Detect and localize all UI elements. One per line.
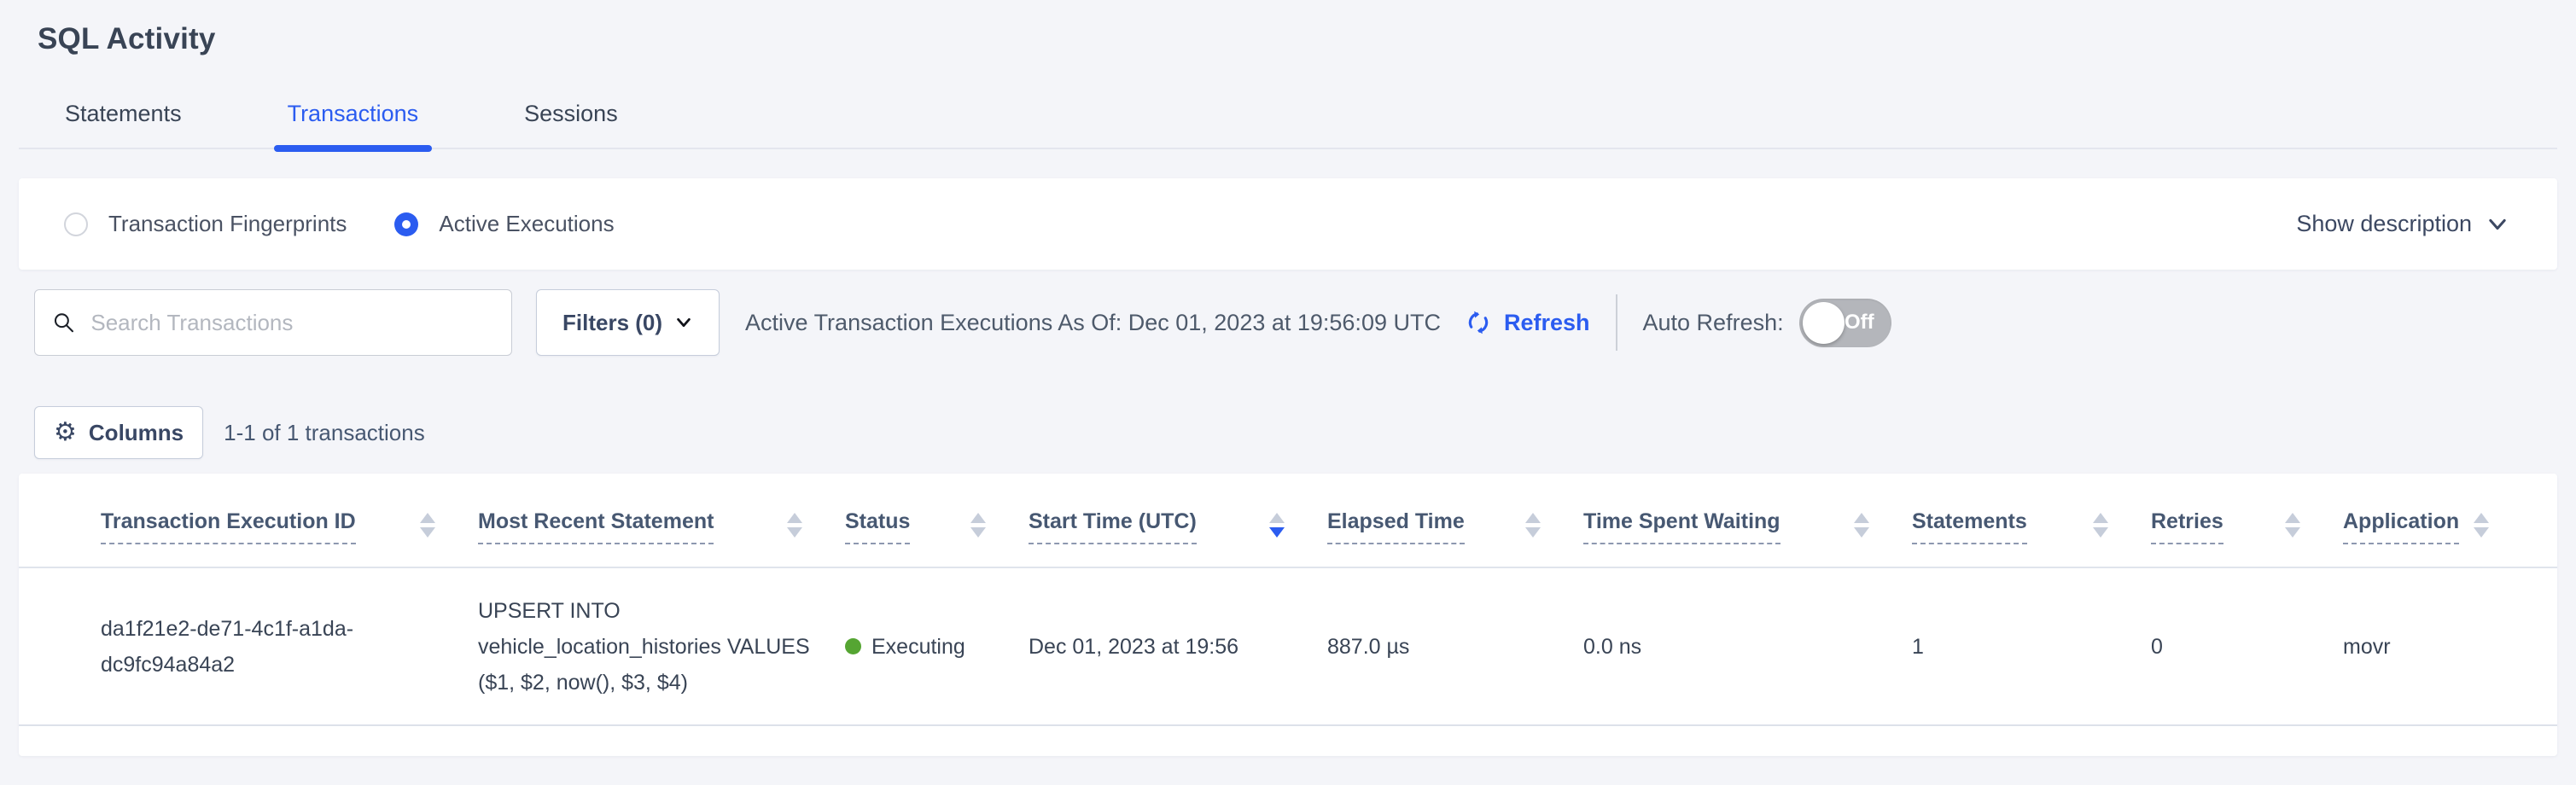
radio-unselected-icon[interactable] <box>64 212 88 236</box>
show-description-label: Show description <box>2296 211 2472 237</box>
cell-start-time: Dec 01, 2023 at 19:56 <box>1029 629 1327 665</box>
sort-arrows-icon[interactable] <box>787 509 802 538</box>
column-header-label[interactable]: Start Time (UTC) <box>1029 509 1197 544</box>
sort-arrows-icon[interactable] <box>2474 509 2489 538</box>
cell-application: movr <box>2343 629 2532 665</box>
sort-arrows-icon-active-desc[interactable] <box>1269 509 1285 538</box>
column-header-label[interactable]: Transaction Execution ID <box>101 509 356 544</box>
column-header-elapsed-time: Elapsed Time <box>1327 509 1583 544</box>
cell-time-spent-waiting: 0.0 ns <box>1583 629 1912 665</box>
column-header-application: Application <box>2343 509 2532 544</box>
sort-arrows-icon[interactable] <box>1525 509 1541 538</box>
columns-button[interactable]: ⚙ Columns <box>34 406 203 459</box>
status-executing-dot-icon <box>845 638 861 654</box>
column-header-status: Status <box>845 509 1029 544</box>
view-mode-card: Transaction Fingerprints Active Executio… <box>19 178 2557 270</box>
cell-statements: 1 <box>1912 629 2151 665</box>
column-header-start-time: Start Time (UTC) <box>1029 509 1327 544</box>
column-header-label[interactable]: Statements <box>1912 509 2027 544</box>
filters-label: Filters (0) <box>562 310 662 336</box>
chevron-down-icon <box>674 313 693 332</box>
search-icon <box>52 310 75 335</box>
column-header-label[interactable]: Most Recent Statement <box>478 509 714 544</box>
filter-row: Filters (0) Active Transaction Execution… <box>34 288 2542 357</box>
column-header-transaction-execution-id: Transaction Execution ID <box>101 509 478 544</box>
search-input[interactable] <box>90 310 494 336</box>
cell-transaction-execution-id[interactable]: da1f21e2-de71-4c1f-a1da-dc9fc94a84a2 <box>101 611 478 683</box>
sort-arrows-icon[interactable] <box>420 509 435 538</box>
refresh-button[interactable]: Refresh <box>1463 307 1590 338</box>
sort-arrows-icon[interactable] <box>1854 509 1869 538</box>
table-row[interactable]: da1f21e2-de71-4c1f-a1da-dc9fc94a84a2 UPS… <box>19 568 2557 726</box>
results-count: 1-1 of 1 transactions <box>224 420 425 446</box>
column-header-statements: Statements <box>1912 509 2151 544</box>
filters-button[interactable]: Filters (0) <box>536 289 720 356</box>
cell-status: Executing <box>845 629 1029 665</box>
tab-transactions[interactable]: Transactions <box>274 101 433 148</box>
column-header-label[interactable]: Elapsed Time <box>1327 509 1465 544</box>
columns-label: Columns <box>89 420 184 446</box>
cell-retries: 0 <box>2151 629 2343 665</box>
table-toolbar: ⚙ Columns 1-1 of 1 transactions <box>34 406 2542 459</box>
cell-most-recent-statement[interactable]: UPSERT INTO vehicle_location_histories V… <box>478 593 845 701</box>
tab-sessions[interactable]: Sessions <box>510 101 632 148</box>
radio-selected-icon[interactable] <box>394 212 418 236</box>
auto-refresh-toggle[interactable]: Off <box>1799 299 1891 347</box>
sort-arrows-icon[interactable] <box>2285 509 2300 538</box>
column-header-label[interactable]: Application <box>2343 509 2459 544</box>
column-header-label[interactable]: Status <box>845 509 910 544</box>
refresh-icon <box>1463 307 1494 338</box>
toggle-state-label: Off <box>1845 311 1874 334</box>
radio-label: Transaction Fingerprints <box>108 211 347 237</box>
radio-label: Active Executions <box>439 211 614 237</box>
table-header-row: Transaction Execution ID Most Recent Sta… <box>19 474 2557 568</box>
radio-active-executions[interactable]: Active Executions <box>394 211 614 237</box>
sort-arrows-icon[interactable] <box>970 509 986 538</box>
auto-refresh-label: Auto Refresh: <box>1643 310 1784 336</box>
column-header-time-spent-waiting: Time Spent Waiting <box>1583 509 1912 544</box>
status-label: Executing <box>871 629 965 665</box>
column-header-label[interactable]: Retries <box>2151 509 2223 544</box>
radio-transaction-fingerprints[interactable]: Transaction Fingerprints <box>64 211 347 237</box>
search-box[interactable] <box>34 289 512 356</box>
column-header-label[interactable]: Time Spent Waiting <box>1583 509 1780 544</box>
vertical-divider <box>1616 294 1617 351</box>
page-title: SQL Activity <box>0 0 2576 56</box>
tab-statements[interactable]: Statements <box>51 101 195 148</box>
show-description-button[interactable]: Show description <box>2296 211 2509 237</box>
cell-elapsed-time: 887.0 µs <box>1327 629 1583 665</box>
sort-arrows-icon[interactable] <box>2093 509 2108 538</box>
refresh-label: Refresh <box>1504 310 1590 336</box>
transactions-table: Transaction Execution ID Most Recent Sta… <box>19 474 2557 756</box>
as-of-text: Active Transaction Executions As Of: Dec… <box>745 310 1441 336</box>
column-header-most-recent-statement: Most Recent Statement <box>478 509 845 544</box>
column-header-retries: Retries <box>2151 509 2343 544</box>
tab-bar: Statements Transactions Sessions <box>19 101 2557 149</box>
toggle-knob-icon <box>1803 302 1845 344</box>
chevron-down-icon <box>2486 212 2509 236</box>
gear-icon: ⚙ <box>54 420 77 445</box>
